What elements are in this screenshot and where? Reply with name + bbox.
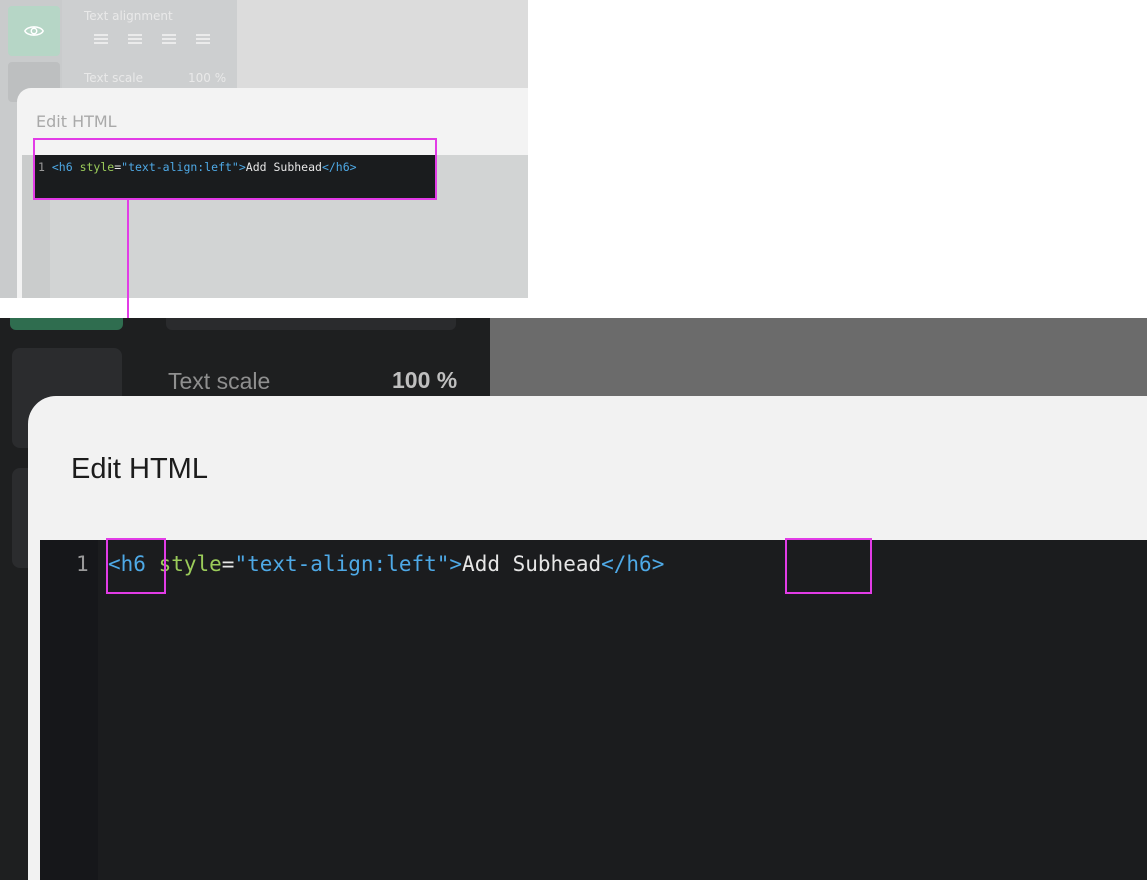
element-text: Add Subhead [462, 552, 602, 576]
line-number: 1 [76, 552, 89, 576]
close-tag: </h6> [601, 552, 665, 576]
text-scale-label: Text scale [84, 71, 144, 85]
tag-close: > [449, 552, 463, 576]
align-justify-icon[interactable] [196, 34, 210, 44]
visibility-toggle-button[interactable] [8, 6, 60, 56]
text-scale-value: 100 % [392, 367, 458, 393]
equals-sign: = [221, 552, 235, 576]
text-scale-value: 100 % [188, 71, 227, 85]
callout-connector [127, 200, 129, 330]
text-alignment-options [94, 34, 210, 44]
close-tag-highlight [785, 538, 872, 594]
text-alignment-label: Text alignment [84, 9, 173, 23]
alignment-field[interactable] [166, 318, 456, 330]
editor-gutter [40, 540, 98, 880]
eye-icon [24, 26, 44, 36]
zoomed-screenshot: Text scale 100 % Edit HTML 1 <h6 style="… [0, 318, 1147, 880]
modal-title: Edit HTML [71, 453, 208, 485]
open-tag-highlight [106, 538, 166, 594]
thumbnail-screenshot: Text alignment Text scale 100 % Edit HTM… [0, 0, 528, 298]
highlight-box [33, 138, 437, 200]
align-left-icon[interactable] [94, 34, 108, 44]
code-editor[interactable] [40, 540, 1147, 880]
code-line[interactable]: <h6 style="text-align:left">Add Subhead<… [108, 552, 664, 576]
attribute-value: "text-align:left" [234, 552, 450, 576]
modal-title: Edit HTML [36, 112, 117, 131]
text-scale-label: Text scale [168, 368, 271, 394]
align-center-icon[interactable] [128, 34, 142, 44]
align-right-icon[interactable] [162, 34, 176, 44]
visibility-toggle-button[interactable] [10, 318, 123, 330]
